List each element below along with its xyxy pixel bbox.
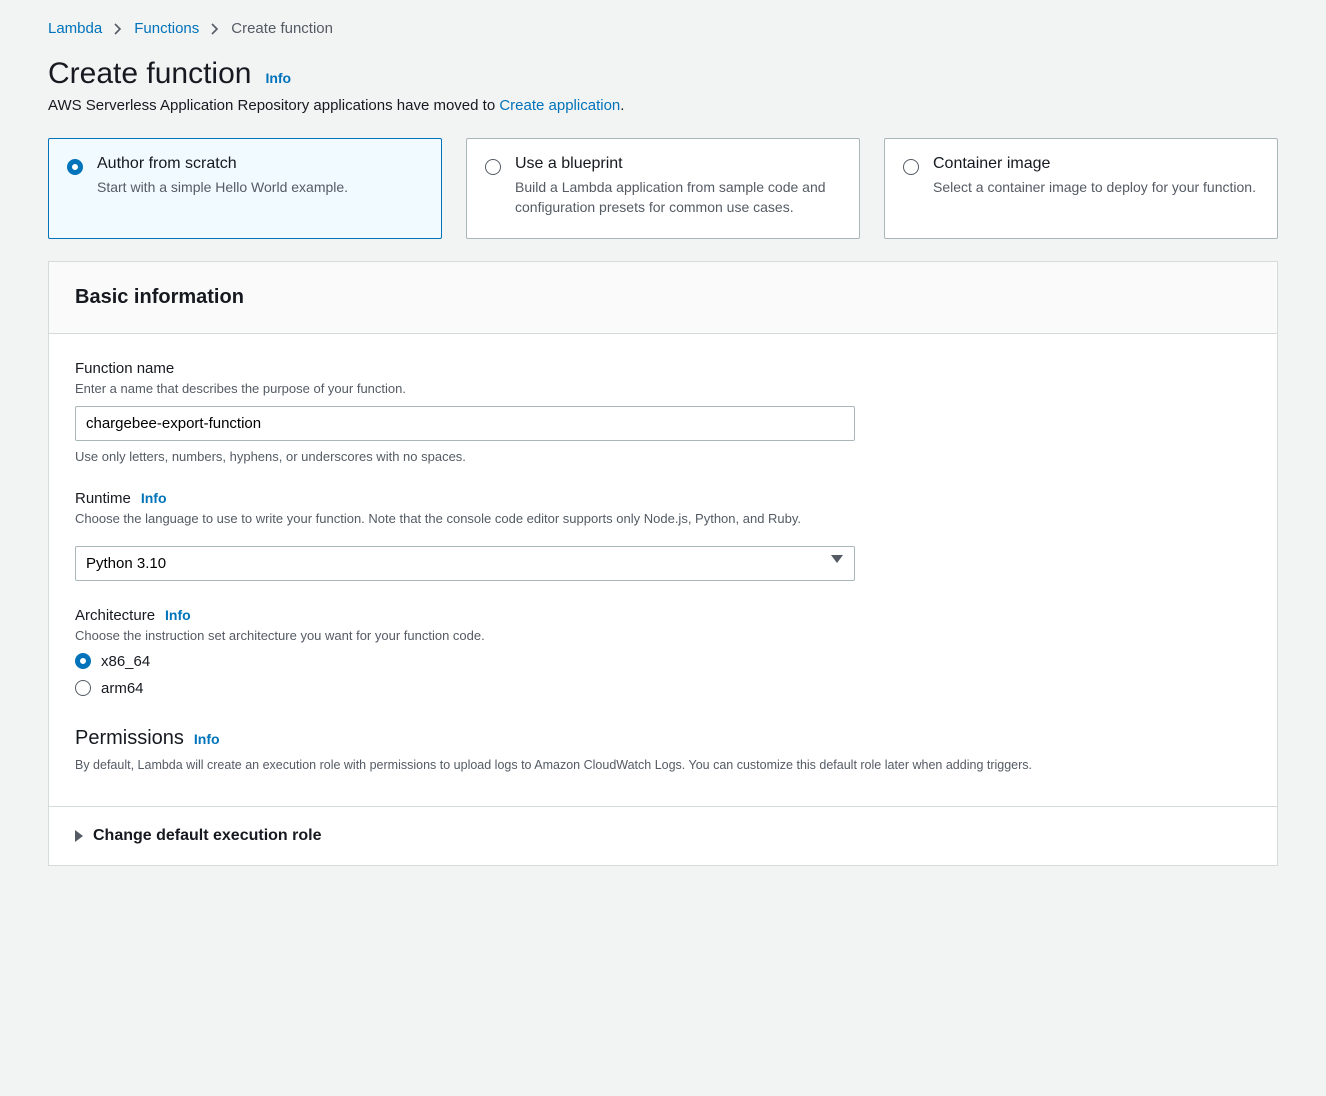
function-name-input[interactable] (75, 406, 855, 441)
function-name-label: Function name (75, 360, 174, 377)
function-name-constraint: Use only letters, numbers, hyphens, or u… (75, 449, 1251, 464)
runtime-field: Runtime Info Choose the language to use … (75, 490, 1251, 581)
option-author-from-scratch[interactable]: Author from scratch Start with a simple … (48, 138, 442, 239)
chevron-right-icon (211, 23, 219, 35)
radio-icon (903, 159, 919, 175)
breadcrumb-current: Create function (231, 20, 333, 37)
radio-label: x86_64 (101, 653, 150, 670)
creation-option-group: Author from scratch Start with a simple … (48, 138, 1278, 239)
panel-title: Basic information (75, 286, 1251, 309)
permissions-desc: By default, Lambda will create an execut… (75, 756, 1251, 775)
radio-icon (485, 159, 501, 175)
change-execution-role-expander[interactable]: Change default execution role (49, 806, 1277, 865)
option-desc: Build a Lambda application from sample c… (515, 177, 841, 218)
page-subtitle: AWS Serverless Application Repository ap… (48, 97, 1278, 114)
radio-icon (75, 680, 91, 696)
caret-right-icon (75, 830, 83, 842)
architecture-field: Architecture Info Choose the instruction… (75, 607, 1251, 697)
runtime-info-link[interactable]: Info (141, 490, 167, 506)
radio-icon (75, 653, 91, 669)
architecture-option-x86_64[interactable]: x86_64 (75, 653, 1251, 670)
permissions-label: Permissions (75, 727, 184, 750)
option-desc: Start with a simple Hello World example. (97, 177, 348, 197)
breadcrumb-lambda[interactable]: Lambda (48, 20, 102, 37)
permissions-section: Permissions Info By default, Lambda will… (75, 723, 1251, 775)
option-title: Use a blueprint (515, 155, 841, 173)
chevron-right-icon (114, 23, 122, 35)
page-title: Create function (48, 57, 251, 91)
permissions-info-link[interactable]: Info (194, 731, 220, 747)
architecture-label: Architecture (75, 607, 155, 624)
option-use-blueprint[interactable]: Use a blueprint Build a Lambda applicati… (466, 138, 860, 239)
panel-header: Basic information (49, 262, 1277, 334)
radio-label: arm64 (101, 680, 144, 697)
page-info-link[interactable]: Info (265, 70, 291, 86)
architecture-info-link[interactable]: Info (165, 607, 191, 623)
runtime-help: Choose the language to use to write your… (75, 511, 1251, 526)
expander-label: Change default execution role (93, 827, 321, 845)
breadcrumb-functions[interactable]: Functions (134, 20, 199, 37)
radio-icon (67, 159, 83, 175)
architecture-option-arm64[interactable]: arm64 (75, 680, 1251, 697)
runtime-select[interactable] (75, 546, 855, 581)
basic-information-panel: Basic information Function name Enter a … (48, 261, 1278, 867)
function-name-help: Enter a name that describes the purpose … (75, 381, 1251, 396)
option-container-image[interactable]: Container image Select a container image… (884, 138, 1278, 239)
function-name-field: Function name Enter a name that describe… (75, 360, 1251, 464)
architecture-help: Choose the instruction set architecture … (75, 628, 1251, 643)
option-title: Author from scratch (97, 155, 348, 173)
runtime-label: Runtime (75, 490, 131, 507)
option-title: Container image (933, 155, 1256, 173)
breadcrumb: Lambda Functions Create function (48, 20, 1278, 37)
create-application-link[interactable]: Create application (499, 97, 620, 114)
option-desc: Select a container image to deploy for y… (933, 177, 1256, 197)
